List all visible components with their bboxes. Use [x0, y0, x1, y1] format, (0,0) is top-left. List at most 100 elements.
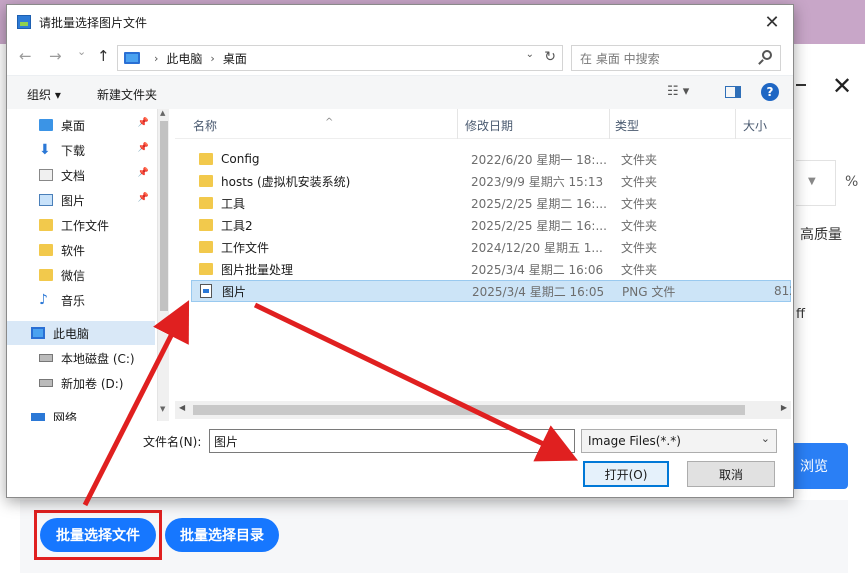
sidebar-item-network[interactable]: 网络 [7, 405, 155, 421]
network-icon [31, 413, 45, 421]
sidebar-scroll-thumb[interactable] [160, 121, 168, 311]
file-modified: 2022/6/20 星期一 18:... [471, 152, 607, 167]
file-name: 工具 [221, 196, 246, 211]
app-icon [17, 15, 31, 29]
search-input[interactable]: 在 桌面 中搜索 [571, 45, 781, 71]
desktop-icon [39, 119, 53, 131]
file-row[interactable]: 工具 2025/2/25 星期二 16:... 文件夹 [191, 192, 791, 214]
sidebar-item-label: 工作文件 [61, 218, 110, 233]
view-options-icon[interactable]: ☷ ▾ [667, 84, 689, 99]
scroll-up-icon[interactable]: ▲ [160, 109, 165, 117]
file-modified: 2024/12/20 星期五 1... [471, 240, 603, 255]
command-toolbar: 组织 ▾ 新建文件夹 ☷ ▾ ? [7, 75, 793, 109]
sidebar-item-label: 网络 [53, 410, 78, 422]
folder-icon [199, 241, 213, 253]
column-divider[interactable] [735, 109, 736, 139]
file-type: 文件夹 [621, 262, 658, 277]
pin-icon: 📌 [137, 118, 149, 128]
file-type: 文件夹 [621, 240, 658, 255]
column-header: ^ 名称 修改日期 类型 大小 [175, 109, 791, 139]
minimize-icon[interactable] [796, 84, 806, 86]
sidebar-item-label: 此电脑 [53, 326, 90, 341]
sidebar-item-downloads[interactable]: ⬇ 下载 📌 [7, 138, 155, 162]
file-row[interactable]: 图片批量处理 2025/3/4 星期二 16:06 文件夹 [191, 258, 791, 280]
drive-icon [39, 379, 53, 387]
breadcrumb-this-pc[interactable]: 此电脑 [166, 50, 202, 67]
file-name: 工具2 [221, 218, 253, 233]
sidebar-item-this-pc[interactable]: 此电脑 [7, 321, 155, 345]
sidebar-item-label: 图片 [61, 193, 86, 208]
file-modified: 2023/9/9 星期六 15:13 [471, 174, 604, 189]
sidebar-item-wechat[interactable]: 微信 [7, 263, 155, 287]
filename-value: 图片 [214, 434, 239, 449]
cancel-button[interactable]: 取消 [687, 461, 775, 487]
file-modified: 2025/2/25 星期二 16:... [471, 196, 607, 211]
new-folder-button[interactable]: 新建文件夹 [97, 86, 157, 103]
open-button[interactable]: 打开(O) [583, 461, 669, 487]
picture-icon [39, 194, 53, 206]
sidebar-item-pictures[interactable]: 图片 📌 [7, 188, 155, 212]
pin-icon: 📌 [137, 168, 149, 178]
file-modified: 2025/3/4 星期二 16:05 [472, 284, 605, 299]
horizontal-scroll-thumb[interactable] [193, 405, 745, 415]
column-divider[interactable] [609, 109, 610, 139]
recent-locations-icon[interactable]: ⌄ [77, 45, 86, 58]
column-type[interactable]: 类型 [615, 117, 639, 134]
sort-caret-icon: ^ [325, 117, 334, 128]
chevron-down-icon: ▼ [808, 176, 816, 187]
sidebar-item-music[interactable]: ♪ 音乐 [7, 288, 155, 312]
sidebar-item-documents[interactable]: 文档 📌 [7, 163, 155, 187]
file-row-selected[interactable]: 图片 2025/3/4 星期二 16:05 PNG 文件 812 [191, 280, 791, 302]
sidebar-item-drive-c[interactable]: 本地磁盘 (C:) [7, 346, 155, 370]
folder-icon [39, 244, 53, 256]
document-icon [39, 169, 53, 181]
file-row[interactable]: 工作文件 2024/12/20 星期五 1... 文件夹 [191, 236, 791, 258]
scroll-right-icon[interactable]: ▶ [781, 403, 787, 412]
file-type-filter[interactable]: Image Files(*.*) ⌄ [581, 429, 777, 453]
sidebar-item-desktop[interactable]: 桌面 📌 [7, 113, 155, 137]
sidebar-item-drive-d[interactable]: 新加卷 (D:) [7, 371, 155, 395]
column-modified[interactable]: 修改日期 [465, 117, 513, 134]
scroll-left-icon[interactable]: ◀ [179, 403, 185, 412]
organize-menu[interactable]: 组织 ▾ [27, 86, 61, 103]
dialog-close-icon[interactable]: ✕ [757, 7, 787, 37]
horizontal-scrollbar[interactable]: ◀ ▶ [175, 401, 791, 419]
file-name: 图片 [222, 284, 247, 299]
breadcrumb-desktop[interactable]: 桌面 [223, 50, 247, 67]
up-arrow-icon[interactable]: ↑ [97, 47, 110, 65]
file-size: 812 [774, 284, 791, 298]
column-name[interactable]: 名称 [193, 117, 217, 134]
batch-select-directory-button[interactable]: 批量选择目录 [165, 518, 279, 552]
breadcrumb-separator: › [154, 51, 159, 65]
annotation-highlight-box [34, 510, 162, 560]
download-icon: ⬇ [39, 142, 51, 158]
address-bar[interactable]: › 此电脑 › 桌面 ⌄ ↻ [117, 45, 563, 71]
file-row[interactable]: hosts (虚拟机安装系统) 2023/9/9 星期六 15:13 文件夹 [191, 170, 791, 192]
back-arrow-icon[interactable]: ← [19, 47, 32, 65]
file-type: 文件夹 [621, 196, 658, 211]
file-type: 文件夹 [621, 152, 658, 167]
sidebar-item-work-files[interactable]: 工作文件 [7, 213, 155, 237]
help-icon[interactable]: ? [761, 83, 779, 101]
sidebar-item-software[interactable]: 软件 [7, 238, 155, 262]
folder-icon [199, 263, 213, 275]
column-divider[interactable] [457, 109, 458, 139]
sidebar-item-label: 本地磁盘 (C:) [61, 351, 135, 366]
sidebar-scrollbar[interactable]: ▲ ▼ [157, 109, 169, 421]
filename-input[interactable]: 图片 [209, 429, 575, 453]
forward-arrow-icon[interactable]: → [49, 47, 62, 65]
quality-label: 高质量 [800, 227, 842, 243]
chevron-down-icon[interactable]: ⌄ [526, 49, 534, 60]
file-row[interactable]: 工具2 2025/2/25 星期二 16:... 文件夹 [191, 214, 791, 236]
file-type: PNG 文件 [622, 284, 676, 299]
column-size[interactable]: 大小 [743, 117, 767, 134]
file-row[interactable]: Config 2022/6/20 星期一 18:... 文件夹 [191, 148, 791, 170]
folder-icon [199, 153, 213, 165]
scroll-down-icon[interactable]: ▼ [160, 405, 165, 413]
preview-pane-icon[interactable] [725, 86, 741, 98]
refresh-icon[interactable]: ↻ [544, 49, 556, 65]
file-modified: 2025/3/4 星期二 16:06 [471, 262, 604, 277]
close-icon[interactable]: ✕ [832, 72, 852, 100]
percent-unit: % [845, 174, 859, 190]
quality-select[interactable] [796, 160, 836, 206]
